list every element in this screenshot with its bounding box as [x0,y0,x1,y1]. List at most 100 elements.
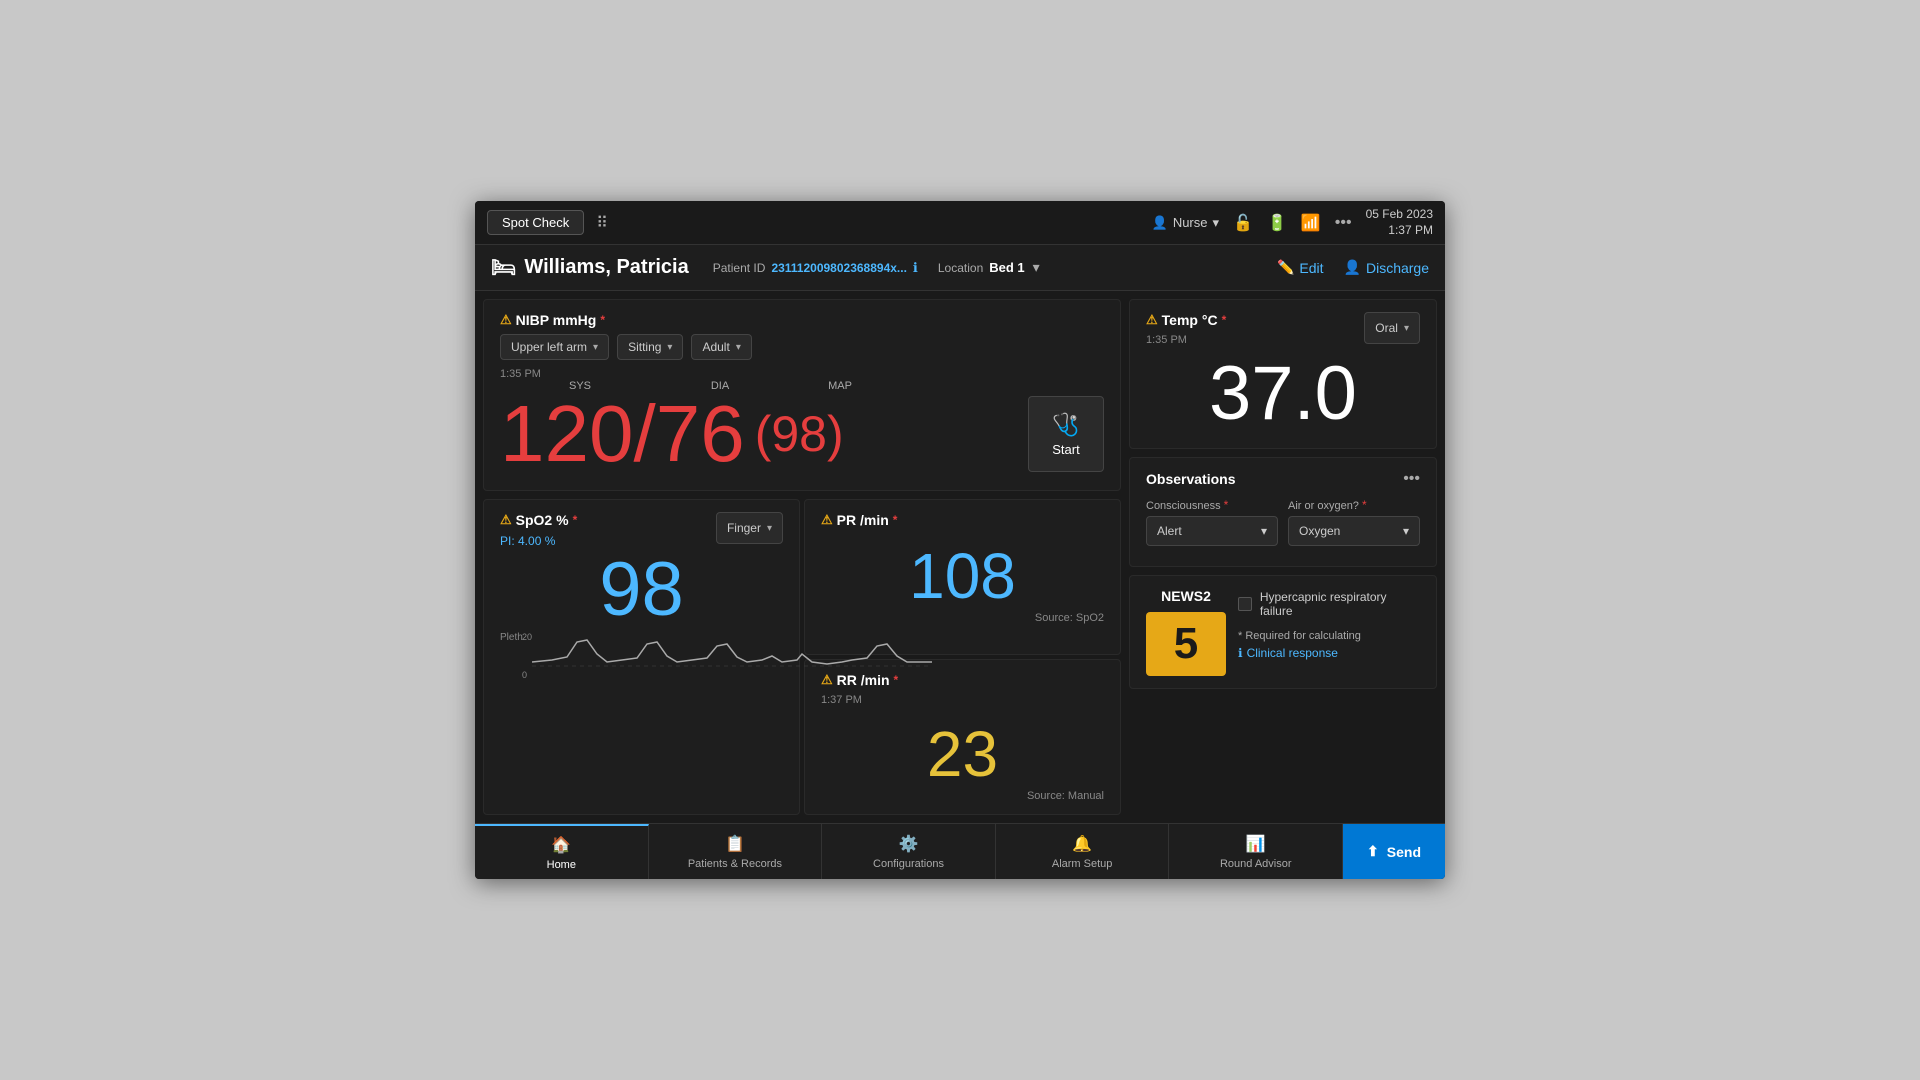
wifi-icon: 📶 [1301,213,1321,233]
temp-timestamp: 1:35 PM [1146,334,1226,346]
nurse-selector[interactable]: 👤 Nurse ▾ [1152,215,1219,231]
nibp-title: ⚠ NIBP mmHg * [500,312,1104,328]
spo2-warning-icon: ⚠ [500,512,512,528]
edit-button[interactable]: ✏️ Edit [1277,259,1324,276]
grid-icon[interactable]: ⠿ [596,213,608,233]
pleth-waveform [532,632,932,680]
nibp-timestamp: 1:35 PM [500,368,1104,380]
location-value: Bed 1 [989,260,1024,275]
nibp-required-star: * [600,313,605,327]
lock-icon[interactable]: 🔓 [1233,213,1253,233]
patient-id-label: Patient ID [713,261,766,275]
info-icon[interactable]: ℹ [913,260,918,276]
patient-name: 🛏 Williams, Patricia [491,255,689,280]
consciousness-dropdown[interactable]: Alert ▾ [1146,516,1278,546]
spo2-header: ⚠ SpO2 % * PI: 4.00 % Finger ▾ [500,512,783,548]
stethoscope-icon: 🩺 [1052,412,1079,438]
chevron-down-icon: ▾ [1213,215,1220,231]
home-icon: 🏠 [551,835,571,855]
consciousness-label: Consciousness * [1146,498,1278,512]
top-bar-right: 👤 Nurse ▾ 🔓 🔋 📶 ••• 05 Feb 2023 1:37 PM [1152,207,1433,238]
air-oxygen-label: Air or oxygen? * [1288,498,1420,512]
nibp-sys-value: 120/ [500,394,656,474]
pr-title: ⚠ PR /min * [821,512,1104,528]
news2-right: Hypercapnic respiratory failure * Requir… [1238,588,1420,660]
spo2-value: 98 [500,552,783,628]
clinical-response-link[interactable]: ℹ Clinical response [1238,646,1420,660]
nibp-cuff-dropdown[interactable]: Adult ▾ [691,334,751,360]
air-oxygen-dropdown[interactable]: Oxygen ▾ [1288,516,1420,546]
edit-icon: ✏️ [1277,259,1294,276]
user-icon: 👤 [1152,215,1168,231]
nav-alarm-setup[interactable]: 🔔 Alarm Setup [996,824,1170,879]
patient-header: 🛏 Williams, Patricia Patient ID 23111200… [475,245,1445,291]
bed-icon: 🛏 [491,255,516,280]
temp-title: ⚠ Temp °C * [1146,312,1226,328]
location-chevron-button[interactable]: ▾ [1033,259,1040,276]
consciousness-required-star: * [1224,498,1229,512]
patients-icon: 📋 [725,834,745,854]
configurations-icon: ⚙️ [899,834,919,854]
main-content: ⚠ NIBP mmHg * Upper left arm ▾ Sitting ▾… [475,291,1445,823]
pr-required-star: * [893,513,898,527]
temp-mode-dropdown[interactable]: Oral ▾ [1364,312,1420,344]
nav-patients-records[interactable]: 📋 Patients & Records [649,824,823,879]
pleth-label: Pleth [500,632,523,643]
rr-value: 23 [821,722,1104,786]
nav-configurations[interactable]: ⚙️ Configurations [822,824,996,879]
nibp-numeric-area: 120/ 76 (98) [500,394,1028,474]
nibp-arm-dropdown[interactable]: Upper left arm ▾ [500,334,609,360]
nibp-start-button[interactable]: 🩺 Start [1028,396,1104,472]
hypercapnic-checkbox[interactable] [1238,597,1252,611]
spot-check-button[interactable]: Spot Check [487,210,584,235]
alarm-icon: 🔔 [1072,834,1092,854]
air-oxygen-required-star: * [1362,498,1367,512]
bottom-panels: ⚠ SpO2 % * PI: 4.00 % Finger ▾ 98 [483,499,1121,815]
nav-home[interactable]: 🏠 Home [475,824,649,879]
send-button[interactable]: ⬆ Send [1343,824,1445,879]
nibp-values-row: 120/ 76 (98) 🩺 Start [500,394,1104,474]
temp-panel: ⚠ Temp °C * 1:35 PM Oral ▾ 37.0 [1129,299,1437,449]
rr-timestamp: 1:37 PM [821,694,1104,706]
spo2-title: ⚠ SpO2 % * [500,512,577,528]
obs-more-button[interactable]: ••• [1403,470,1420,488]
spo2-title-group: ⚠ SpO2 % * PI: 4.00 % [500,512,577,548]
top-bar: Spot Check ⠿ 👤 Nurse ▾ 🔓 🔋 📶 ••• 05 Feb … [475,201,1445,245]
nibp-dia-value: 76 [656,394,745,474]
spo2-mode-dropdown[interactable]: Finger ▾ [716,512,783,544]
discharge-icon: 👤 [1344,259,1361,276]
header-actions: ✏️ Edit 👤 Discharge [1277,259,1429,276]
cuff-chevron-icon: ▾ [736,342,741,353]
obs-title: Observations [1146,471,1235,487]
location-section: Location Bed 1 ▾ [938,259,1040,276]
air-oxygen-chevron-icon: ▾ [1403,524,1409,538]
spo2-chevron-icon: ▾ [767,523,772,534]
round-advisor-icon: 📊 [1246,834,1266,854]
nurse-label: Nurse [1173,215,1208,230]
temp-title-group: ⚠ Temp °C * 1:35 PM [1146,312,1226,346]
pr-value: 108 [821,544,1104,608]
patient-id-value[interactable]: 231112009802368894x... [771,261,906,275]
spo2-required-star: * [573,513,578,527]
left-panel: ⚠ NIBP mmHg * Upper left arm ▾ Sitting ▾… [475,291,1125,823]
temp-value: 37.0 [1146,356,1420,432]
news2-title: NEWS2 [1161,588,1211,604]
more-options-icon[interactable]: ••• [1335,214,1352,232]
nibp-panel: ⚠ NIBP mmHg * Upper left arm ▾ Sitting ▾… [483,299,1121,491]
required-note: * Required for calculating [1238,630,1420,642]
consciousness-field: Consciousness * Alert ▾ [1146,498,1278,546]
location-label: Location [938,261,983,275]
bottom-nav: 🏠 Home 📋 Patients & Records ⚙️ Configura… [475,823,1445,879]
nibp-posture-dropdown[interactable]: Sitting ▾ [617,334,683,360]
nav-round-advisor[interactable]: 📊 Round Advisor [1169,824,1343,879]
discharge-button[interactable]: 👤 Discharge [1344,259,1429,276]
obs-header: Observations ••• [1146,470,1420,488]
observations-panel: Observations ••• Consciousness * Alert ▾ [1129,457,1437,567]
battery-icon: 🔋 [1267,213,1287,233]
nibp-map-label: MAP [780,380,900,392]
spo2-panel: ⚠ SpO2 % * PI: 4.00 % Finger ▾ 98 [483,499,800,815]
nibp-controls: Upper left arm ▾ Sitting ▾ Adult ▾ [500,334,1104,360]
news2-panel: NEWS2 5 Hypercapnic respiratory failure … [1129,575,1437,689]
news2-left: NEWS2 5 [1146,588,1226,676]
rr-panel: ⚠ RR /min * 1:37 PM 23 Source: Manual [804,659,1121,815]
